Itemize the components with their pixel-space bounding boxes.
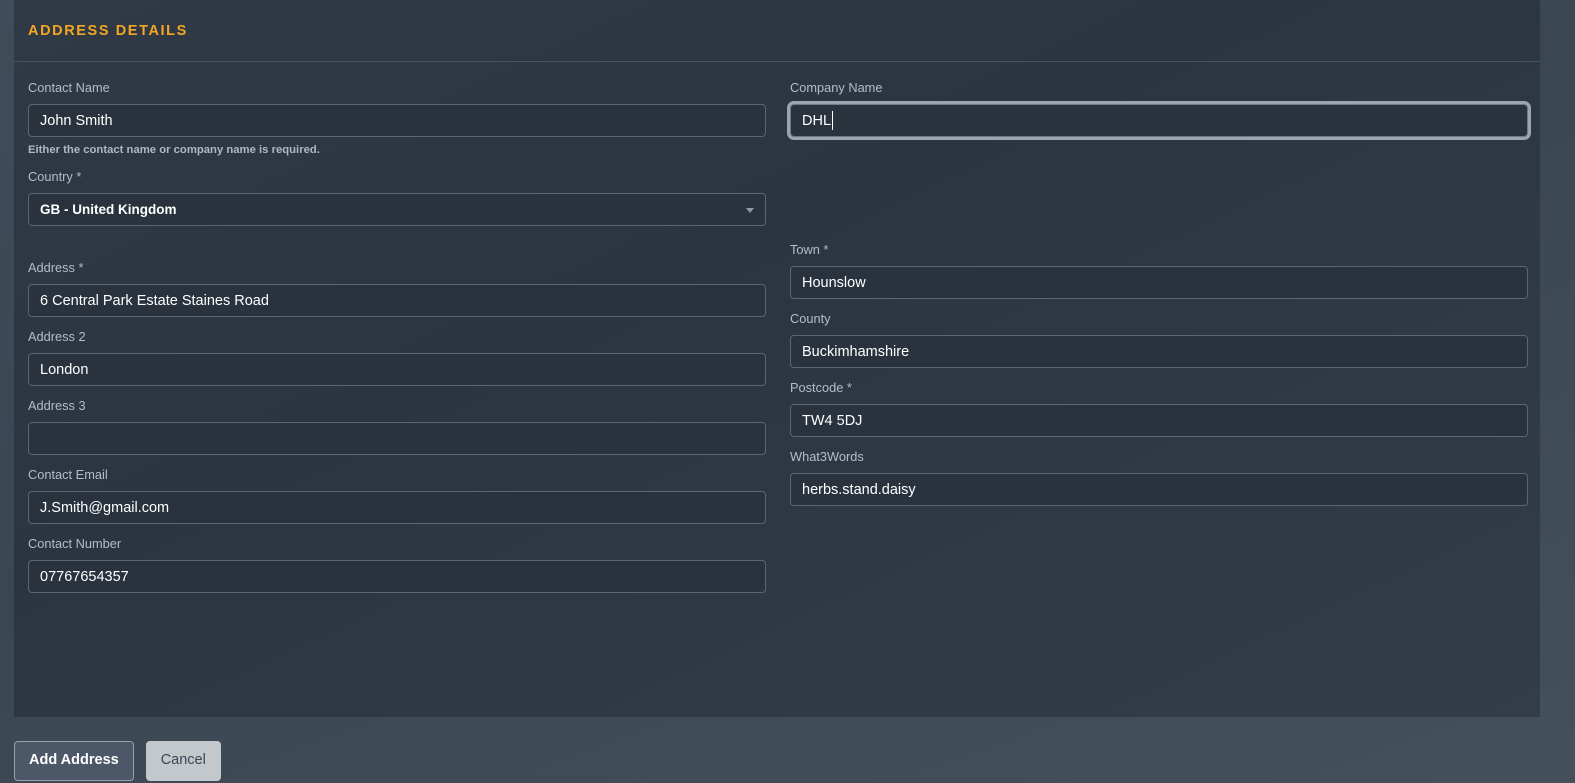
field-address: Address * xyxy=(28,260,766,317)
county-input[interactable] xyxy=(790,335,1528,368)
town-input[interactable] xyxy=(790,266,1528,299)
page-title: Address Details xyxy=(28,22,188,39)
address-3-label: Address 3 xyxy=(28,398,86,413)
form-column-left: Contact Name Either the contact name or … xyxy=(28,80,766,605)
field-postcode: Postcode * xyxy=(790,380,1528,437)
address-input[interactable] xyxy=(28,284,766,317)
panel-body: Contact Name Either the contact name or … xyxy=(14,62,1540,605)
contact-email-label: Contact Email xyxy=(28,467,108,482)
contact-name-label: Contact Name xyxy=(28,80,110,95)
text-cursor xyxy=(832,111,834,130)
contact-name-helper-text: Either the contact name or company name … xyxy=(28,144,320,156)
field-contact-name: Contact Name Either the contact name or … xyxy=(28,80,766,157)
contact-email-input[interactable] xyxy=(28,491,766,524)
form-footer: Add Address Cancel xyxy=(0,717,1575,783)
panel-header: Address Details xyxy=(14,0,1540,62)
company-name-label: Company Name xyxy=(790,80,883,95)
address-3-input[interactable] xyxy=(28,422,766,455)
address-2-label: Address 2 xyxy=(28,329,86,344)
field-address-2: Address 2 xyxy=(28,329,766,386)
contact-name-input[interactable] xyxy=(28,104,766,137)
country-label: Country * xyxy=(28,169,82,184)
town-label: Town * xyxy=(790,242,829,257)
contact-number-input[interactable] xyxy=(28,560,766,593)
what3words-label: What3Words xyxy=(790,449,864,464)
address-label: Address * xyxy=(28,260,84,275)
country-select[interactable] xyxy=(28,193,766,226)
field-county: County xyxy=(790,311,1528,368)
field-town: Town * xyxy=(790,242,1528,299)
what3words-input[interactable] xyxy=(790,473,1528,506)
cancel-button[interactable]: Cancel xyxy=(145,741,221,781)
field-company-name: Company Name xyxy=(790,80,1528,137)
field-contact-email: Contact Email xyxy=(28,467,766,524)
field-country: Country * xyxy=(28,169,766,226)
county-label: County xyxy=(790,311,831,326)
field-what3words: What3Words xyxy=(790,449,1528,506)
address-details-page: Address Details Contact Name Either the … xyxy=(0,0,1575,783)
add-address-button[interactable]: Add Address xyxy=(14,741,134,781)
footer-buttons: Add Address Cancel xyxy=(14,741,221,781)
country-select-wrap xyxy=(28,193,766,226)
field-contact-number: Contact Number xyxy=(28,536,766,593)
postcode-input[interactable] xyxy=(790,404,1528,437)
company-name-input-wrap xyxy=(790,104,1528,137)
contact-number-label: Contact Number xyxy=(28,536,122,551)
address-details-panel: Address Details Contact Name Either the … xyxy=(14,0,1540,717)
right-column-spacer xyxy=(790,149,1528,220)
form-column-right: Company Name Town * County xyxy=(790,80,1528,605)
address-2-input[interactable] xyxy=(28,353,766,386)
postcode-label: Postcode * xyxy=(790,380,852,395)
field-address-3: Address 3 xyxy=(28,398,766,455)
form-columns: Contact Name Either the contact name or … xyxy=(28,80,1528,605)
company-name-input[interactable] xyxy=(790,104,1528,137)
